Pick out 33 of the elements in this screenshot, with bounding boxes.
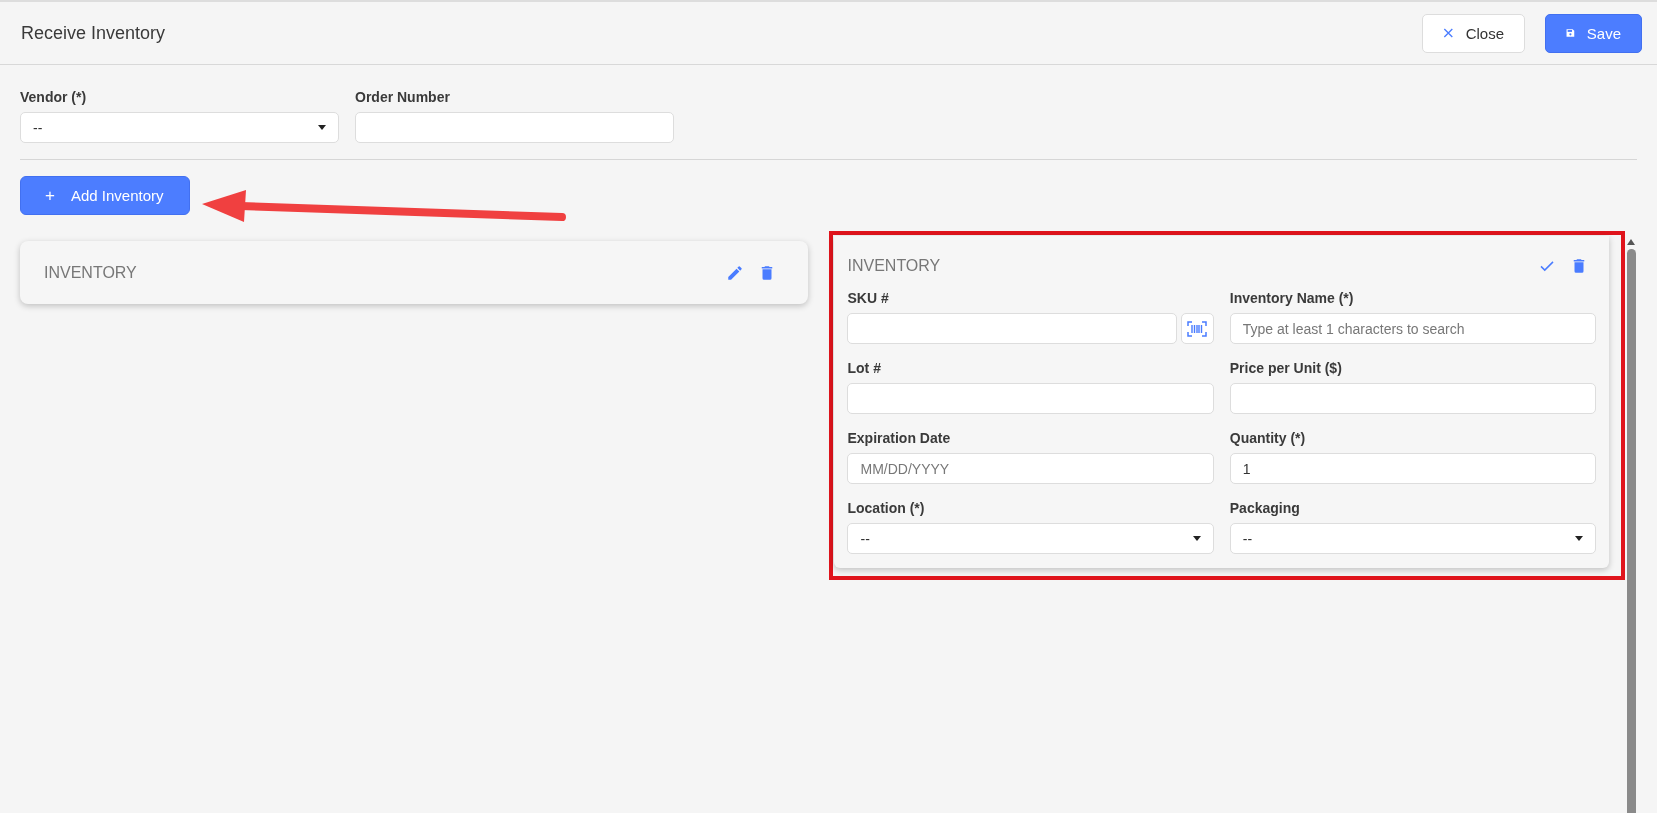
caret-icon — [318, 125, 326, 130]
close-button[interactable]: Close — [1422, 13, 1525, 53]
add-inventory-button[interactable]: + Add Inventory — [20, 176, 190, 215]
input-field[interactable] — [847, 383, 1214, 414]
barcode-icon — [1187, 320, 1208, 337]
card-title: INVENTORY — [847, 257, 941, 275]
input-field[interactable] — [847, 313, 1177, 344]
field-label: Inventory Name (*) — [1229, 290, 1355, 306]
input-field[interactable]: Type at least 1 characters to search — [1229, 313, 1597, 344]
select-field[interactable]: -- — [847, 523, 1214, 554]
input-field[interactable] — [1229, 383, 1597, 414]
scan-button[interactable] — [1180, 313, 1214, 344]
caret-icon — [1575, 536, 1584, 541]
field-label: Location (*) — [847, 500, 926, 516]
field-label: SKU # — [847, 290, 890, 306]
select-field[interactable]: -- — [1229, 523, 1597, 554]
field-label: Order Number — [355, 89, 451, 105]
caret-icon — [1192, 536, 1201, 541]
field-label: Packaging — [1229, 500, 1301, 516]
field-label: Expiration Date — [847, 430, 952, 446]
page-title: Receive Inventory — [21, 22, 166, 44]
scrollbar[interactable] — [1625, 239, 1637, 813]
pencil-icon[interactable] — [726, 263, 745, 282]
field-label: Quantity (*) — [1229, 430, 1307, 446]
field-label: Vendor (*) — [20, 89, 88, 105]
input-field[interactable] — [355, 112, 674, 143]
save-button[interactable]: Save — [1545, 13, 1642, 53]
field-label: Price per Unit ($) — [1229, 360, 1343, 376]
select-field[interactable]: -- — [20, 112, 339, 143]
card-title: INVENTORY — [44, 263, 137, 282]
input-field[interactable]: 1 — [1229, 453, 1597, 484]
field-label: Lot # — [847, 360, 882, 376]
input-field[interactable]: MM/DD/YYYY — [847, 453, 1214, 484]
